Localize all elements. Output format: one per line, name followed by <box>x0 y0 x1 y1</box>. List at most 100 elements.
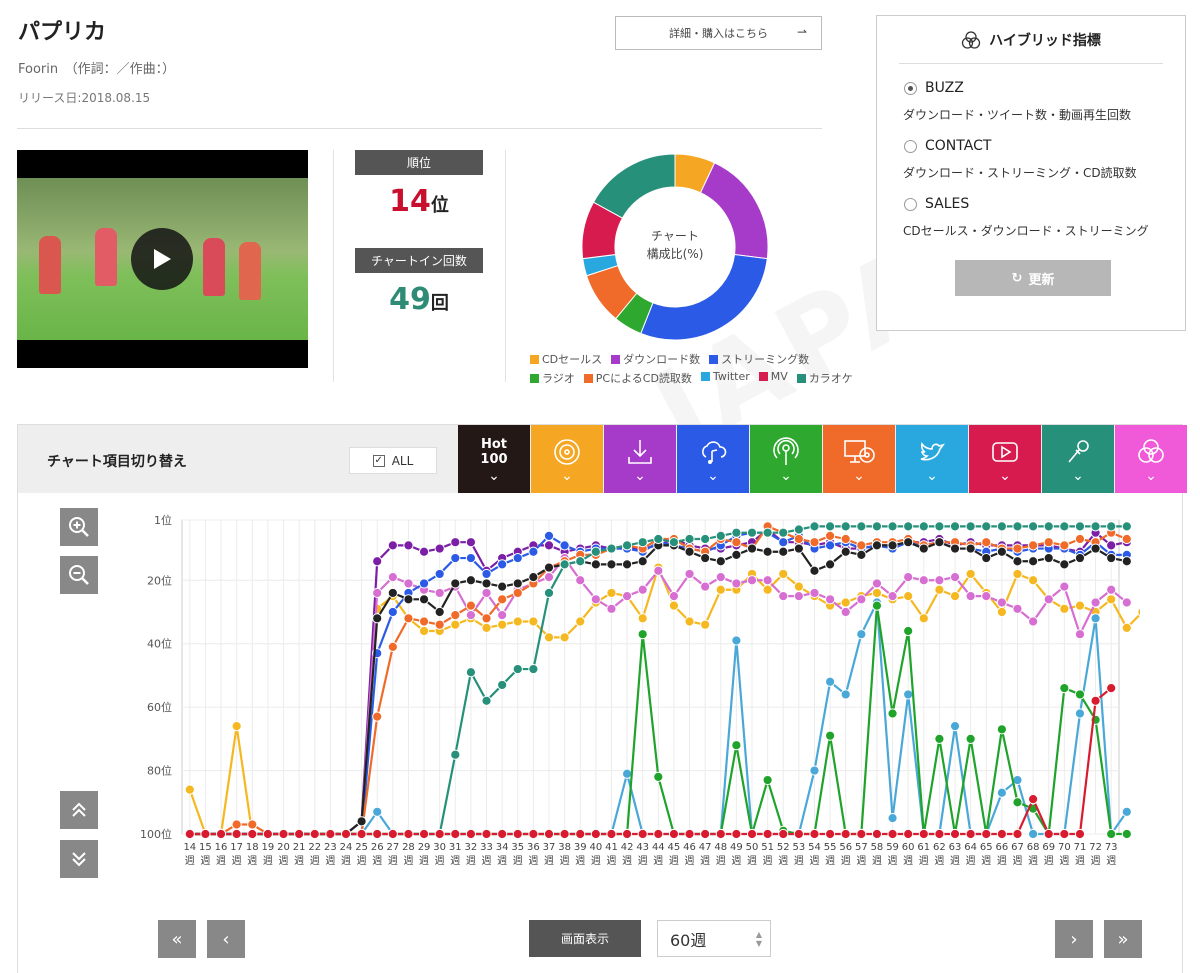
data-point-mv[interactable] <box>434 828 445 840</box>
data-point-pink[interactable] <box>731 578 742 589</box>
data-point-hot100[interactable] <box>1043 552 1054 564</box>
data-point-karaoke[interactable] <box>1074 521 1086 532</box>
data-point-mv[interactable] <box>668 828 680 840</box>
data-point-orange[interactable] <box>1028 540 1039 551</box>
data-point-mv[interactable] <box>215 828 227 840</box>
data-point-cd[interactable] <box>840 597 851 608</box>
data-point-karaoke[interactable] <box>621 540 633 551</box>
data-point-mv[interactable] <box>387 828 398 840</box>
data-point-mv[interactable] <box>450 828 461 840</box>
data-point-cd[interactable] <box>778 568 789 580</box>
data-point-pink[interactable] <box>387 571 398 583</box>
data-point-orange[interactable] <box>418 616 430 627</box>
data-point-radio[interactable] <box>762 774 773 786</box>
data-point-pink[interactable] <box>606 603 617 614</box>
tab-cd-sales[interactable]: ⌄ <box>531 425 603 493</box>
data-point-pink[interactable] <box>1106 584 1117 595</box>
data-point-orange[interactable] <box>465 600 477 611</box>
data-point-karaoke[interactable] <box>1059 521 1070 532</box>
data-point-mv[interactable] <box>528 828 539 840</box>
update-button[interactable]: ↻ 更新 <box>955 260 1111 296</box>
data-point-twitter[interactable] <box>809 765 820 776</box>
data-point-cd[interactable] <box>1059 603 1070 614</box>
tab-streaming[interactable]: ⌄ <box>677 425 749 493</box>
data-point-orange[interactable] <box>372 711 383 722</box>
data-point-streaming[interactable] <box>418 578 430 589</box>
data-point-mv[interactable] <box>949 828 961 840</box>
data-point-radio[interactable] <box>1074 689 1086 700</box>
data-point-hot100[interactable] <box>606 559 617 570</box>
data-point-mv[interactable] <box>1012 828 1023 840</box>
data-point-mv[interactable] <box>1074 828 1086 840</box>
data-point-karaoke[interactable] <box>996 521 1007 532</box>
data-point-cd[interactable] <box>512 616 523 627</box>
detail-purchase-button[interactable]: 詳細・購入はこちら ⇀ <box>615 16 822 50</box>
data-point-twitter[interactable] <box>1121 806 1132 817</box>
data-point-mv[interactable] <box>1043 828 1054 840</box>
data-point-mv[interactable] <box>356 828 367 840</box>
data-point-hot100[interactable] <box>481 578 492 589</box>
data-point-radio[interactable] <box>965 733 976 744</box>
data-point-pink[interactable] <box>1090 597 1101 608</box>
data-point-mv[interactable] <box>1028 794 1039 805</box>
data-point-mv[interactable] <box>309 828 320 840</box>
data-point-cd[interactable] <box>528 616 539 627</box>
data-point-pink[interactable] <box>996 597 1007 608</box>
data-point-hot100[interactable] <box>590 559 601 570</box>
data-point-mv[interactable] <box>934 828 945 840</box>
data-point-karaoke[interactable] <box>1106 521 1117 532</box>
data-point-twitter[interactable] <box>372 806 383 817</box>
data-point-orange[interactable] <box>450 610 461 621</box>
tab-download[interactable]: ⌄ <box>604 425 676 493</box>
data-point-download[interactable] <box>387 540 398 551</box>
data-point-karaoke[interactable] <box>481 695 492 706</box>
data-point-hot100[interactable] <box>856 549 867 560</box>
data-point-mv[interactable] <box>621 828 633 840</box>
spinner-arrows-icon[interactable]: ▲ ▼ <box>756 930 762 948</box>
data-point-cd[interactable] <box>606 587 617 599</box>
data-point-hot100[interactable] <box>403 594 414 605</box>
data-point-streaming[interactable] <box>512 552 523 564</box>
data-point-karaoke[interactable] <box>762 527 773 538</box>
data-point-hot100[interactable] <box>418 594 430 605</box>
data-point-karaoke[interactable] <box>1090 521 1101 532</box>
data-point-pink[interactable] <box>700 581 711 592</box>
data-point-karaoke[interactable] <box>668 537 680 548</box>
data-point-hot100[interactable] <box>871 540 883 551</box>
data-point-streaming[interactable] <box>434 568 445 580</box>
data-point-cd[interactable] <box>668 600 680 611</box>
data-point-pink[interactable] <box>621 591 633 602</box>
data-point-mv[interactable] <box>262 828 273 840</box>
data-point-hot100[interactable] <box>824 559 836 570</box>
data-point-pink[interactable] <box>575 575 586 586</box>
data-point-pink[interactable] <box>793 591 804 602</box>
data-point-cd[interactable] <box>559 632 570 643</box>
data-point-download[interactable] <box>418 546 430 557</box>
data-point-pink[interactable] <box>403 578 414 589</box>
data-point-mv[interactable] <box>481 828 492 840</box>
data-point-pink[interactable] <box>903 571 914 583</box>
data-point-cd[interactable] <box>184 784 195 795</box>
data-point-karaoke[interactable] <box>700 533 711 545</box>
data-point-hot100[interactable] <box>981 552 992 564</box>
data-point-karaoke[interactable] <box>809 521 820 532</box>
data-point-mv[interactable] <box>512 828 523 840</box>
tab-radio[interactable]: ⌄ <box>750 425 822 493</box>
zoom-out-button[interactable] <box>60 556 98 594</box>
data-point-cd[interactable] <box>684 616 695 627</box>
data-point-orange[interactable] <box>793 533 804 545</box>
data-point-pink[interactable] <box>949 571 961 583</box>
data-point-cd[interactable] <box>1106 594 1117 605</box>
data-point-download[interactable] <box>465 537 477 548</box>
checkbox-checked-icon[interactable]: ✓ <box>372 454 385 467</box>
data-point-radio[interactable] <box>824 730 836 741</box>
data-point-streaming[interactable] <box>778 537 789 548</box>
data-point-mv[interactable] <box>824 828 836 840</box>
data-point-orange[interactable] <box>403 613 414 624</box>
data-point-hot100[interactable] <box>809 565 820 576</box>
radio-button-buzz[interactable] <box>904 81 917 95</box>
data-point-karaoke[interactable] <box>949 521 961 532</box>
data-point-karaoke[interactable] <box>965 521 976 532</box>
data-point-karaoke[interactable] <box>981 521 992 532</box>
data-point-radio[interactable] <box>871 600 883 611</box>
